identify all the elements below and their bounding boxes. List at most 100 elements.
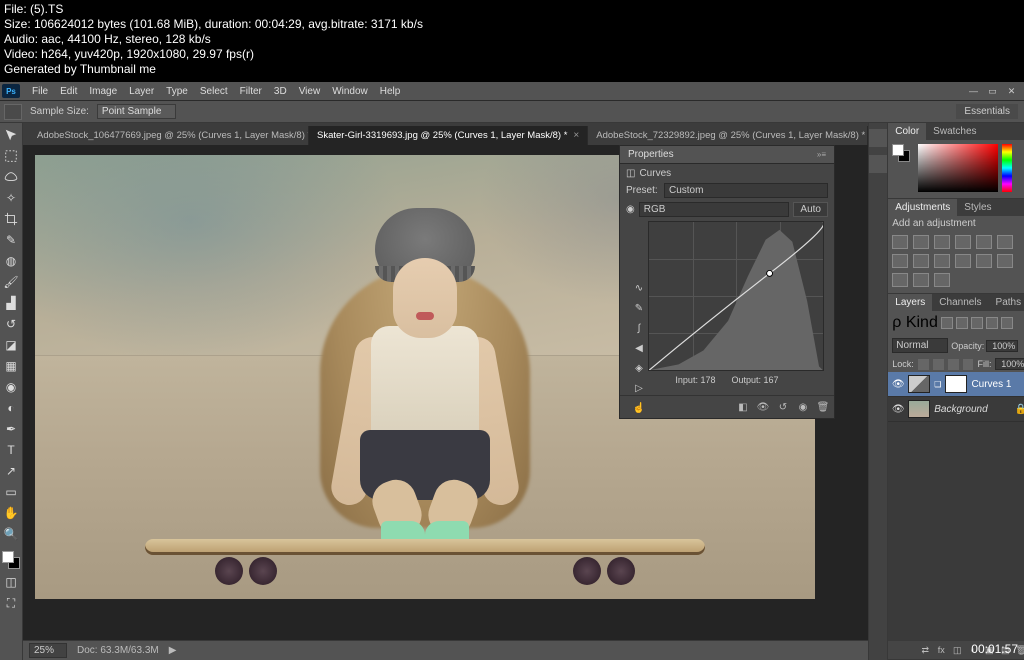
delete-adjustment-icon[interactable]: 🗑 <box>816 400 830 414</box>
fill-input[interactable]: 100% <box>995 358 1024 370</box>
blend-mode-dropdown[interactable]: Normal <box>892 338 948 353</box>
wand-tool-icon[interactable]: ✧ <box>0 188 22 208</box>
hue-icon[interactable] <box>997 235 1013 249</box>
menu-image[interactable]: Image <box>83 86 123 97</box>
document-tab-active[interactable]: Skater-Girl-3319693.jpg @ 25% (Curves 1,… <box>309 126 588 145</box>
opacity-input[interactable]: 100% <box>986 340 1018 352</box>
gradient-map-icon[interactable] <box>913 273 929 287</box>
layer-row-background[interactable]: 👁 Background 🔒 <box>888 397 1024 422</box>
gray-eyedropper-icon[interactable]: ◈ <box>632 361 646 375</box>
canvas-viewport[interactable]: Properties»≡ ◫Curves Preset:Custom ◉RGBA… <box>23 145 868 640</box>
target-adjust-icon[interactable]: ☝ <box>632 401 646 415</box>
type-tool-icon[interactable]: T <box>0 440 22 460</box>
lut-icon[interactable] <box>955 254 971 268</box>
threshold-icon[interactable] <box>892 273 908 287</box>
foreground-background-swatches[interactable] <box>0 549 22 571</box>
zoom-level[interactable]: 25% <box>29 643 67 658</box>
posterize-icon[interactable] <box>997 254 1013 268</box>
curve-point-tool-icon[interactable]: ∿ <box>632 281 646 295</box>
channel-dropdown[interactable]: RGB <box>639 202 790 217</box>
hue-slider[interactable] <box>1002 144 1012 192</box>
foreground-color-swatch[interactable] <box>2 551 14 563</box>
preset-dropdown[interactable]: Custom <box>664 183 828 198</box>
invert-icon[interactable] <box>976 254 992 268</box>
zoom-tool-icon[interactable]: 🔍 <box>0 524 22 544</box>
lock-all-icon[interactable] <box>963 359 974 370</box>
curve-draw-tool-icon[interactable]: ✎ <box>632 301 646 315</box>
menu-type[interactable]: Type <box>160 86 194 97</box>
color-tab[interactable]: Color <box>888 123 926 140</box>
menu-file[interactable]: File <box>26 86 54 97</box>
channel-mixer-icon[interactable] <box>934 254 950 268</box>
layer-name[interactable]: Curves 1 <box>971 379 1011 390</box>
menu-layer[interactable]: Layer <box>123 86 160 97</box>
minimize-button[interactable]: — <box>965 84 982 98</box>
eyedropper-tool-icon[interactable]: ✎ <box>0 230 22 250</box>
workspace-switcher[interactable]: Essentials <box>956 104 1018 119</box>
document-tab[interactable]: AdobeStock_72329892.jpeg @ 25% (Curves 1… <box>588 126 868 145</box>
blur-tool-icon[interactable]: ◉ <box>0 377 22 397</box>
menu-select[interactable]: Select <box>194 86 234 97</box>
crop-tool-icon[interactable] <box>0 209 22 229</box>
menu-3d[interactable]: 3D <box>268 86 293 97</box>
flyout-icon[interactable]: »≡ <box>817 150 826 159</box>
menu-help[interactable]: Help <box>374 86 407 97</box>
color-field[interactable] <box>918 144 998 192</box>
link-icon[interactable]: ❑ <box>934 380 941 389</box>
filter-pixel-icon[interactable] <box>941 317 953 329</box>
dodge-tool-icon[interactable]: ◐ <box>0 398 22 418</box>
gradient-tool-icon[interactable]: ▦ <box>0 356 22 376</box>
brush-tool-icon[interactable]: 🖌 <box>0 272 22 292</box>
shape-tool-icon[interactable]: ▭ <box>0 482 22 502</box>
brightness-icon[interactable] <box>892 235 908 249</box>
curves-icon[interactable] <box>934 235 950 249</box>
healing-tool-icon[interactable]: ◍ <box>0 251 22 271</box>
menu-filter[interactable]: Filter <box>234 86 268 97</box>
properties-panel[interactable]: Properties»≡ ◫Curves Preset:Custom ◉RGBA… <box>619 145 835 419</box>
quickmask-icon[interactable]: ◫ <box>0 572 22 592</box>
exposure-icon[interactable] <box>955 235 971 249</box>
filter-type-icon[interactable] <box>971 317 983 329</box>
lock-position-icon[interactable] <box>948 359 959 370</box>
layer-thumbnail[interactable] <box>908 400 930 418</box>
menu-edit[interactable]: Edit <box>54 86 83 97</box>
properties-tab[interactable]: Properties»≡ <box>620 146 834 164</box>
link-layers-icon[interactable]: ⇄ <box>919 644 931 656</box>
visibility-eye-icon[interactable]: 👁 <box>892 379 904 389</box>
add-mask-icon[interactable]: ◫ <box>951 644 963 656</box>
menu-view[interactable]: View <box>293 86 327 97</box>
layer-thumbnail[interactable] <box>908 375 930 393</box>
path-tool-icon[interactable]: ↗ <box>0 461 22 481</box>
color-swatch-pair[interactable] <box>892 144 914 166</box>
maximize-button[interactable]: ▭ <box>984 84 1001 98</box>
view-previous-icon[interactable]: 👁 <box>756 400 770 414</box>
move-tool-icon[interactable] <box>0 125 22 145</box>
reset-icon[interactable]: ↺ <box>776 400 790 414</box>
layers-tab[interactable]: Layers <box>888 294 932 311</box>
eyedropper-tool-icon[interactable] <box>4 104 22 120</box>
selective-color-icon[interactable] <box>934 273 950 287</box>
toggle-visibility-icon[interactable]: ◉ <box>796 400 810 414</box>
sample-size-dropdown[interactable]: Point Sample <box>97 104 176 119</box>
screenmode-icon[interactable]: ⛶ <box>0 593 22 613</box>
layer-row-curves[interactable]: 👁 ❑ Curves 1 <box>888 372 1024 397</box>
filter-adjust-icon[interactable] <box>956 317 968 329</box>
actions-panel-icon[interactable] <box>869 155 887 173</box>
marquee-tool-icon[interactable] <box>0 146 22 166</box>
status-arrow-icon[interactable]: ▶ <box>169 645 177 656</box>
swatches-tab[interactable]: Swatches <box>926 123 983 140</box>
stamp-tool-icon[interactable]: ▟ <box>0 293 22 313</box>
black-eyedropper-icon[interactable]: ◀ <box>632 341 646 355</box>
history-brush-tool-icon[interactable]: ↺ <box>0 314 22 334</box>
history-panel-icon[interactable] <box>869 129 887 147</box>
curve-line[interactable] <box>649 222 823 370</box>
tab-close-icon[interactable]: × <box>573 130 579 141</box>
auto-button[interactable]: Auto <box>793 202 828 217</box>
curves-graph[interactable] <box>648 221 824 371</box>
layer-fx-icon[interactable]: fx <box>935 644 947 656</box>
adjustments-tab[interactable]: Adjustments <box>888 199 957 216</box>
document-tab[interactable]: AdobeStock_106477669.jpeg @ 25% (Curves … <box>29 126 309 145</box>
filter-shape-icon[interactable] <box>986 317 998 329</box>
eraser-tool-icon[interactable]: ◪ <box>0 335 22 355</box>
menu-window[interactable]: Window <box>326 86 374 97</box>
